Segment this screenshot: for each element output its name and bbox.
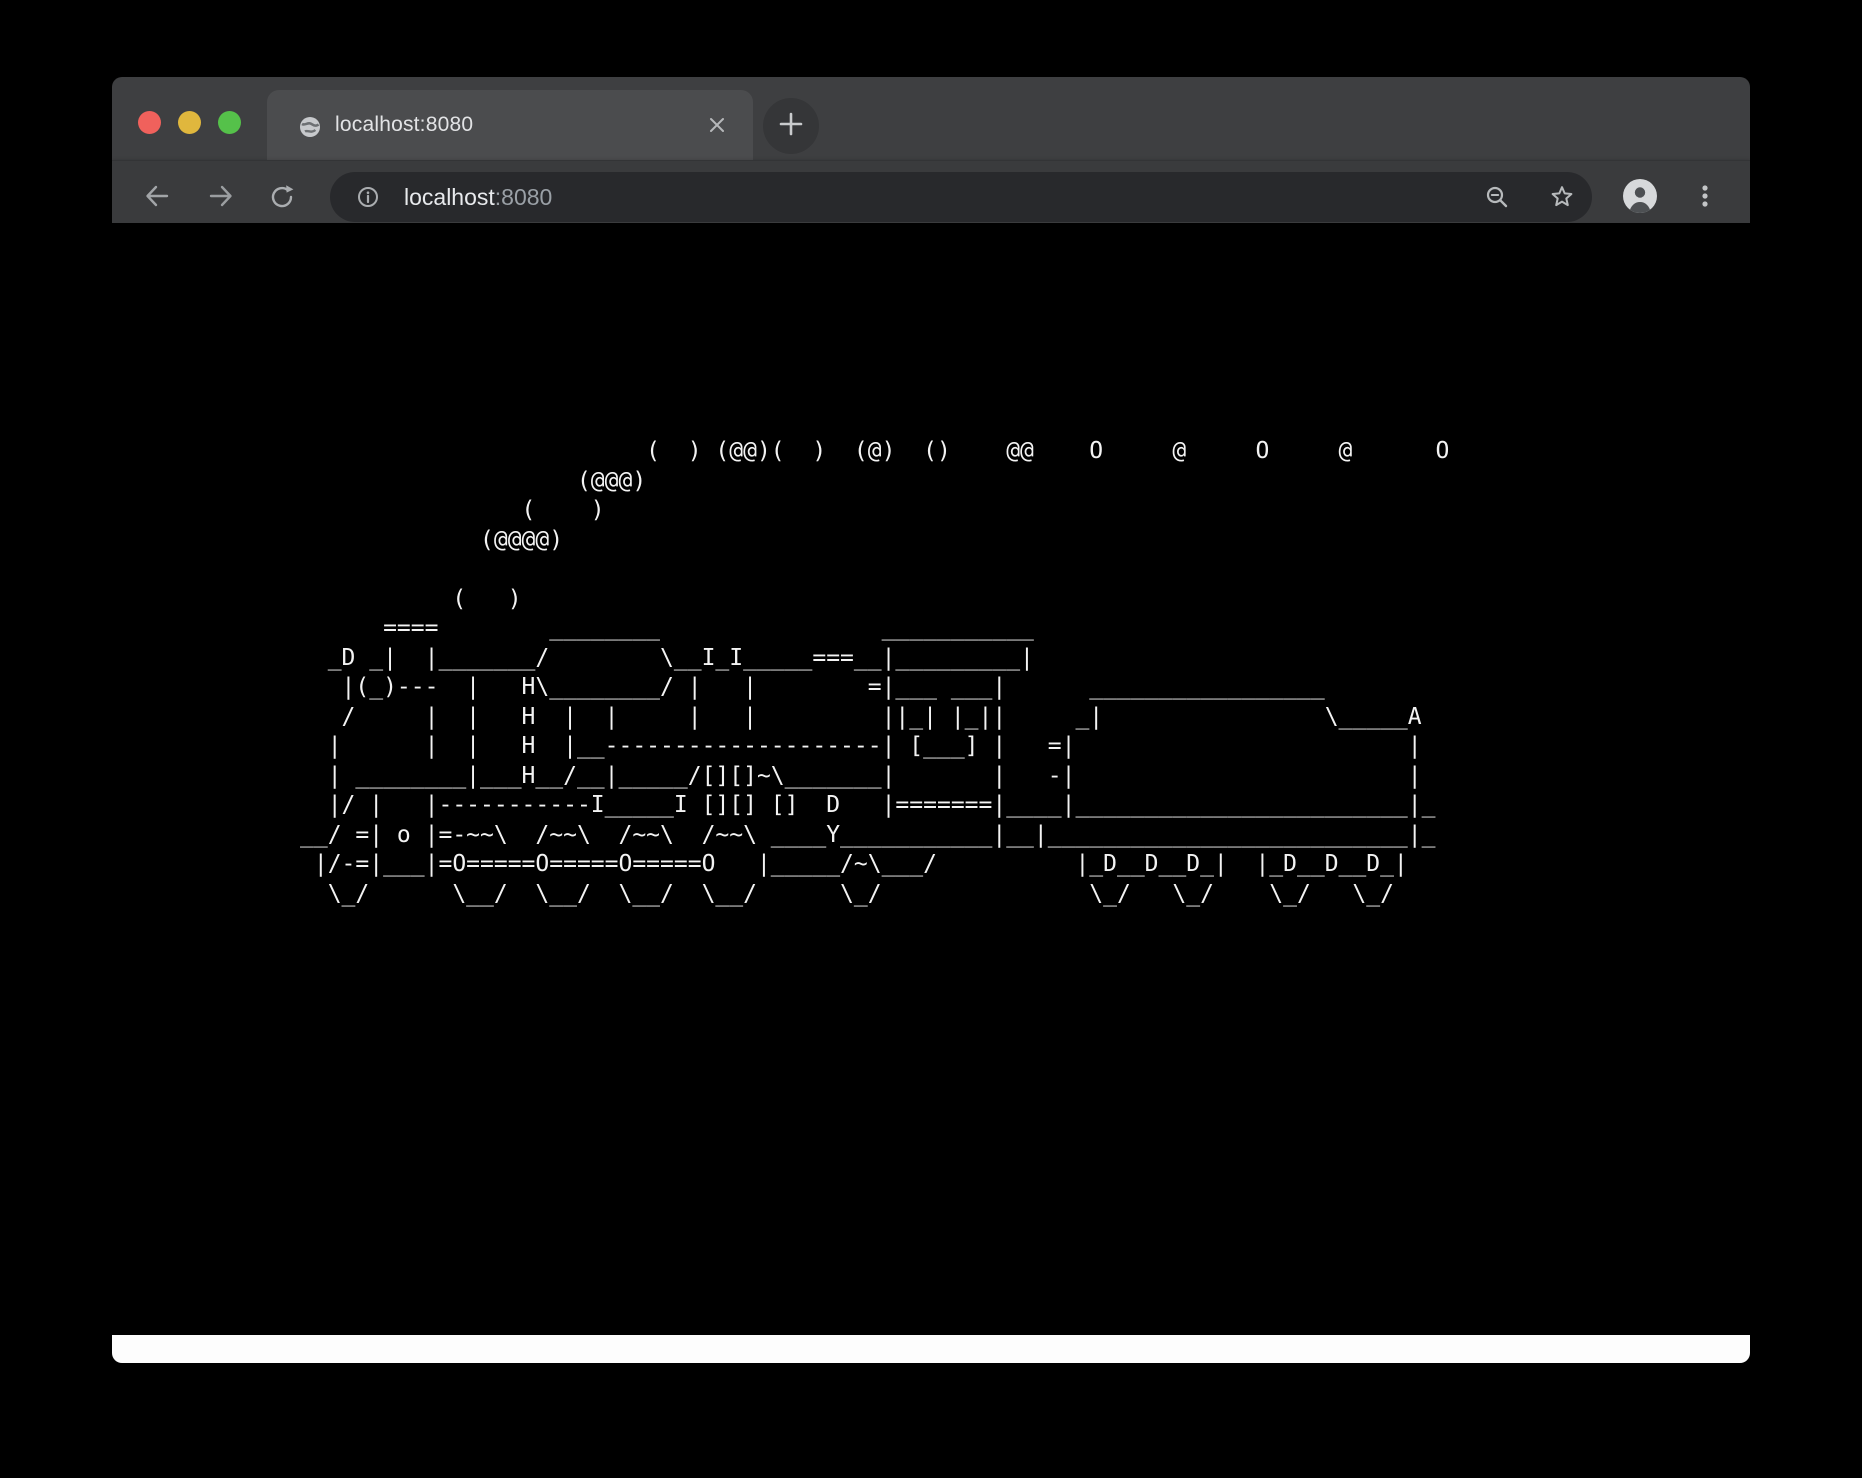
new-tab-button[interactable] xyxy=(763,98,819,154)
minimize-window-button[interactable] xyxy=(178,111,201,134)
reload-icon[interactable] xyxy=(269,184,295,210)
kebab-menu-icon[interactable] xyxy=(1693,184,1717,208)
toolbar: localhost:8080 xyxy=(112,160,1750,224)
tab-close-icon[interactable] xyxy=(707,115,727,135)
info-icon[interactable] xyxy=(357,186,379,208)
avatar-icon[interactable] xyxy=(1623,179,1657,213)
fullscreen-window-button[interactable] xyxy=(218,111,241,134)
ascii-train-art: ( ) (@@)( ) (@) () @@ O @ O @ O (@@@) ( … xyxy=(300,437,1449,909)
plus-icon xyxy=(778,111,804,142)
url-text: localhost:8080 xyxy=(404,172,552,222)
zoom-out-icon[interactable] xyxy=(1484,184,1510,210)
close-window-button[interactable] xyxy=(138,111,161,134)
tab-bar: localhost:8080 xyxy=(112,77,1750,160)
browser-window: localhost:8080 xyxy=(112,77,1750,1363)
forward-arrow-icon[interactable] xyxy=(208,183,234,209)
url-host: localhost xyxy=(404,184,495,210)
star-icon[interactable] xyxy=(1549,184,1575,210)
tab-title: localhost:8080 xyxy=(335,90,473,160)
page-content: ( ) (@@)( ) (@) () @@ O @ O @ O (@@@) ( … xyxy=(112,223,1750,1335)
url-port: :8080 xyxy=(495,184,553,210)
globe-favicon-icon xyxy=(299,116,321,138)
screen: { "window": { "tab": { "title": "localho… xyxy=(0,0,1862,1478)
tab-localhost[interactable]: localhost:8080 xyxy=(267,90,753,160)
window-bottom-bar xyxy=(112,1335,1750,1363)
back-arrow-icon[interactable] xyxy=(144,183,170,209)
address-bar[interactable]: localhost:8080 xyxy=(330,172,1592,222)
